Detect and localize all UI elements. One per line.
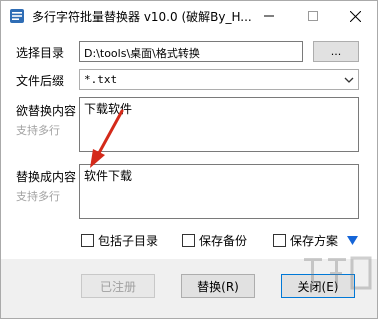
save-backup-option[interactable]: 保存备份 [182, 231, 247, 249]
find-label: 欲替换内容 [16, 104, 77, 118]
replace-button[interactable]: 替换(R) [181, 274, 255, 298]
include-subdirs-checkbox[interactable] [81, 233, 94, 247]
save-backup-label: 保存备份 [199, 233, 248, 248]
replace-textarea[interactable]: 软件下载 [79, 164, 359, 219]
expand-triangle-icon[interactable] [347, 234, 358, 248]
chevron-down-icon [344, 74, 354, 88]
replace-text: 软件下载 [84, 169, 133, 183]
title-bar[interactable]: 多行字符批量替换器 v10.0 (破解By_H... [1, 1, 377, 31]
suffix-value: *.txt [84, 73, 118, 86]
replace-sub-label: 支持多行 [16, 190, 60, 203]
window-title: 多行字符批量替换器 v10.0 (破解By_H... [32, 10, 252, 24]
suffix-label: 文件后缀 [16, 74, 65, 88]
maximize-icon [308, 11, 318, 21]
save-scheme-option[interactable]: 保存方案 [273, 231, 338, 249]
minimize-button[interactable] [247, 1, 291, 31]
directory-label: 选择目录 [16, 46, 65, 60]
app-icon [9, 8, 25, 24]
watermark-logo-icon [304, 256, 372, 290]
replace-label: 替换成内容 [16, 170, 77, 184]
browse-button[interactable]: ... [313, 41, 359, 62]
save-backup-checkbox[interactable] [182, 233, 195, 247]
find-textarea[interactable]: 下载软件 [79, 97, 359, 152]
maximize-button[interactable] [291, 1, 335, 31]
close-icon [349, 10, 361, 22]
directory-input[interactable]: D:\tools\桌面\格式转换 [79, 41, 303, 62]
save-scheme-label: 保存方案 [290, 233, 339, 248]
find-sub-label: 支持多行 [16, 124, 60, 137]
minimize-icon [264, 15, 274, 17]
save-scheme-checkbox[interactable] [273, 233, 286, 247]
include-subdirs-option[interactable]: 包括子目录 [81, 231, 158, 249]
suffix-select[interactable]: *.txt [79, 69, 359, 90]
close-button[interactable] [333, 1, 377, 31]
registered-button[interactable]: 已注册 [81, 274, 155, 298]
include-subdirs-label: 包括子目录 [98, 233, 159, 248]
find-text: 下载软件 [84, 102, 133, 116]
